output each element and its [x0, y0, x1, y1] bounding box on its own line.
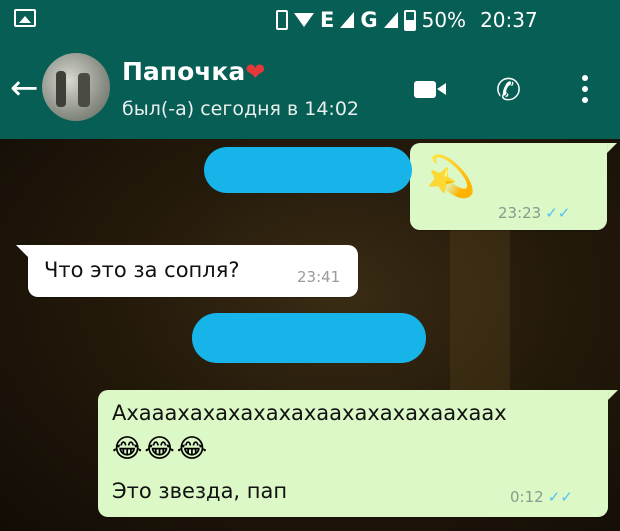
video-call-icon[interactable] — [414, 81, 446, 98]
laughing-emoji: 😂😂😂 — [112, 434, 210, 464]
outgoing-message[interactable]: 💫 23:23 ✓✓ — [410, 143, 607, 230]
more-options-icon[interactable] — [582, 75, 588, 105]
signal-icon — [383, 12, 398, 28]
message-time: 0:12 ✓✓ — [510, 488, 573, 506]
heart-emoji: ❤ — [245, 58, 266, 86]
incoming-message[interactable]: Что это за сопля? 23:41 — [28, 245, 358, 297]
read-ticks-icon: ✓✓ — [547, 488, 573, 506]
contact-name-text: Папочка — [122, 57, 246, 86]
contact-avatar[interactable] — [42, 53, 110, 121]
network-type-1: E — [320, 8, 335, 32]
message-time: 23:23 ✓✓ — [498, 204, 571, 222]
status-bar: E G 50% 20:37 — [0, 0, 620, 40]
battery-percent: 50% — [421, 8, 467, 32]
bubble-tail — [16, 245, 28, 257]
outgoing-message[interactable]: Ахааахахахахахахаахахахахаахаах 😂😂😂 Это … — [98, 390, 608, 517]
phone-icon[interactable]: ✆ — [496, 73, 521, 108]
message-text: Это звезда, пап — [112, 479, 288, 503]
status-icons: E G 50% 20:37 — [276, 8, 538, 32]
message-text: Ахааахахахахахахаахахахахаахаах — [112, 401, 507, 425]
vibrate-icon — [276, 10, 288, 30]
read-ticks-icon: ✓✓ — [545, 204, 571, 222]
message-text: Что это за сопля? — [44, 258, 240, 282]
battery-icon — [403, 9, 416, 31]
chat-header: ← Папочка❤ был(-а) сегодня в 14:02 ✆ — [0, 40, 620, 139]
clock: 20:37 — [480, 8, 538, 32]
redacted-text — [204, 147, 412, 193]
signal-icon — [340, 12, 355, 28]
last-seen-status: был(-а) сегодня в 14:02 — [122, 98, 359, 120]
contact-name[interactable]: Папочка❤ — [122, 57, 265, 86]
back-arrow-icon[interactable]: ← — [10, 71, 39, 105]
redacted-text — [192, 313, 426, 363]
chat-area[interactable]: 💫 23:23 ✓✓ Что это за сопля? 23:41 Ахааах… — [0, 139, 620, 531]
network-type-2: G — [360, 8, 378, 32]
dizzy-star-emoji: 💫 — [426, 154, 476, 200]
gallery-icon — [14, 9, 36, 27]
wifi-icon — [294, 13, 314, 27]
message-time: 23:41 — [297, 268, 341, 286]
